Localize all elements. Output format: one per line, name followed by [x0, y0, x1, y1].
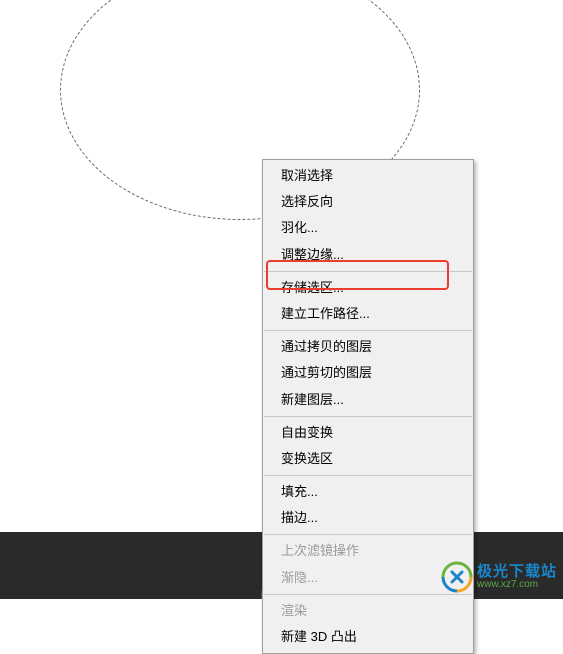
- menu-item-make-work-path[interactable]: 建立工作路径...: [263, 301, 473, 327]
- menu-separator: [264, 416, 472, 417]
- menu-separator: [264, 330, 472, 331]
- menu-separator: [264, 271, 472, 272]
- menu-item-refine-edge[interactable]: 调整边缘...: [263, 242, 473, 268]
- menu-item-stroke[interactable]: 描边...: [263, 505, 473, 531]
- menu-item-render: 渲染: [263, 598, 473, 624]
- menu-item-new-layer[interactable]: 新建图层...: [263, 387, 473, 413]
- menu-item-layer-via-copy[interactable]: 通过拷贝的图层: [263, 334, 473, 360]
- watermark-title: 极光下载站: [477, 564, 557, 579]
- watermark-logo-icon: [439, 559, 475, 595]
- menu-item-new-3d-extrusion[interactable]: 新建 3D 凸出: [263, 624, 473, 650]
- menu-item-fill[interactable]: 填充...: [263, 479, 473, 505]
- menu-item-feather[interactable]: 羽化...: [263, 215, 473, 241]
- watermark-text: 极光下载站 www.xz7.com: [477, 564, 557, 591]
- menu-item-deselect[interactable]: 取消选择: [263, 163, 473, 189]
- menu-item-transform-selection[interactable]: 变换选区: [263, 446, 473, 472]
- menu-separator: [264, 534, 472, 535]
- watermark-url: www.xz7.com: [477, 579, 557, 591]
- watermark: 极光下载站 www.xz7.com: [439, 559, 557, 595]
- menu-item-select-inverse[interactable]: 选择反向: [263, 189, 473, 215]
- menu-item-save-selection[interactable]: 存储选区...: [263, 275, 473, 301]
- menu-item-layer-via-cut[interactable]: 通过剪切的图层: [263, 360, 473, 386]
- menu-separator: [264, 475, 472, 476]
- menu-item-free-transform[interactable]: 自由变换: [263, 420, 473, 446]
